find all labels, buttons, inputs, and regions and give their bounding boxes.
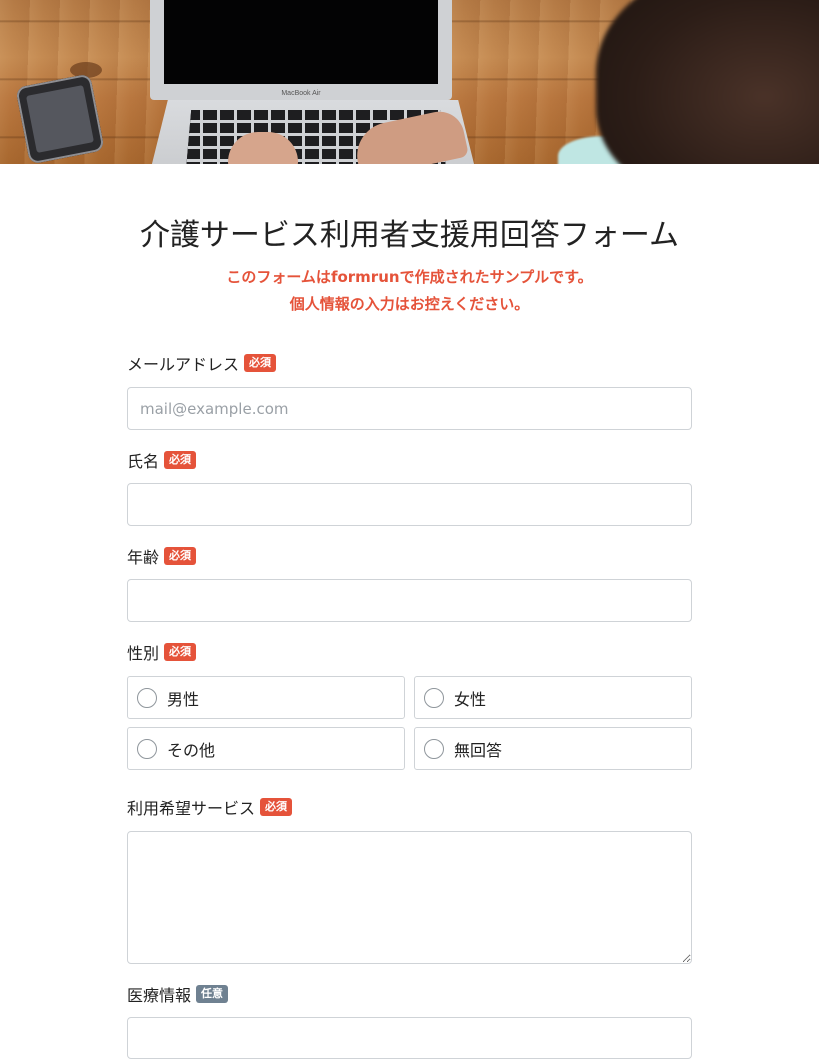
- email-label: メールアドレス: [127, 355, 240, 374]
- gender-option-label: その他: [167, 740, 216, 760]
- laptop-brand-text: MacBook Air: [281, 90, 321, 97]
- gender-option-label: 女性: [454, 689, 487, 709]
- gender-option-male[interactable]: 男性: [127, 676, 405, 719]
- name-input[interactable]: [127, 483, 692, 526]
- form-notice: このフォームはformrunで作成されたサンプルです。 個人情報の入力はお控えく…: [0, 264, 819, 318]
- required-badge: 必須: [244, 354, 277, 372]
- person-silhouette: [596, 0, 819, 164]
- medical-label: 医療情報: [127, 986, 192, 1005]
- required-badge: 必須: [164, 547, 197, 565]
- service-label-row: 利用希望サービス 必須: [127, 796, 692, 818]
- age-label: 年齢: [127, 548, 160, 567]
- medical-label-row: 医療情報 任意: [127, 983, 692, 1005]
- notice-brand-link[interactable]: formrun: [331, 268, 400, 286]
- gender-option-label: 無回答: [454, 740, 503, 760]
- notice-prefix: このフォームは: [226, 268, 331, 286]
- notice-suffix: で作成されたサンプルです。: [399, 268, 593, 286]
- laptop-illustration: MacBook Air: [150, 0, 452, 100]
- required-badge: 必須: [164, 643, 197, 661]
- notice-line-1: このフォームはformrunで作成されたサンプルです。: [0, 264, 819, 291]
- radio-circle-icon[interactable]: [424, 738, 444, 759]
- header-photo: MacBook Air: [0, 0, 819, 164]
- gender-option-other[interactable]: その他: [127, 727, 405, 770]
- service-textarea[interactable]: [127, 831, 692, 964]
- radio-circle-icon[interactable]: [137, 687, 157, 708]
- age-label-row: 年齢 必須: [127, 545, 692, 567]
- required-badge: 必須: [164, 451, 197, 469]
- optional-badge: 任意: [196, 985, 229, 1003]
- radio-circle-icon[interactable]: [137, 738, 157, 759]
- radio-circle-icon[interactable]: [424, 687, 444, 708]
- email-input[interactable]: [127, 387, 692, 430]
- name-label-row: 氏名 必須: [127, 449, 692, 471]
- required-badge: 必須: [260, 798, 293, 816]
- gender-label: 性別: [127, 644, 160, 663]
- gender-label-row: 性別 必須: [127, 641, 692, 663]
- gender-option-no-answer[interactable]: 無回答: [414, 727, 692, 770]
- medical-input[interactable]: [127, 1017, 692, 1059]
- gender-option-female[interactable]: 女性: [414, 676, 692, 719]
- gender-option-label: 男性: [167, 689, 200, 709]
- age-input[interactable]: [127, 579, 692, 622]
- form-title: 介護サービス利用者支援用回答フォーム: [139, 218, 680, 253]
- service-label: 利用希望サービス: [127, 799, 256, 818]
- notice-line-2: 個人情報の入力はお控えください。: [289, 295, 530, 313]
- smartphone-illustration: [15, 73, 105, 164]
- name-label: 氏名: [127, 452, 160, 471]
- email-label-row: メールアドレス 必須: [127, 352, 692, 374]
